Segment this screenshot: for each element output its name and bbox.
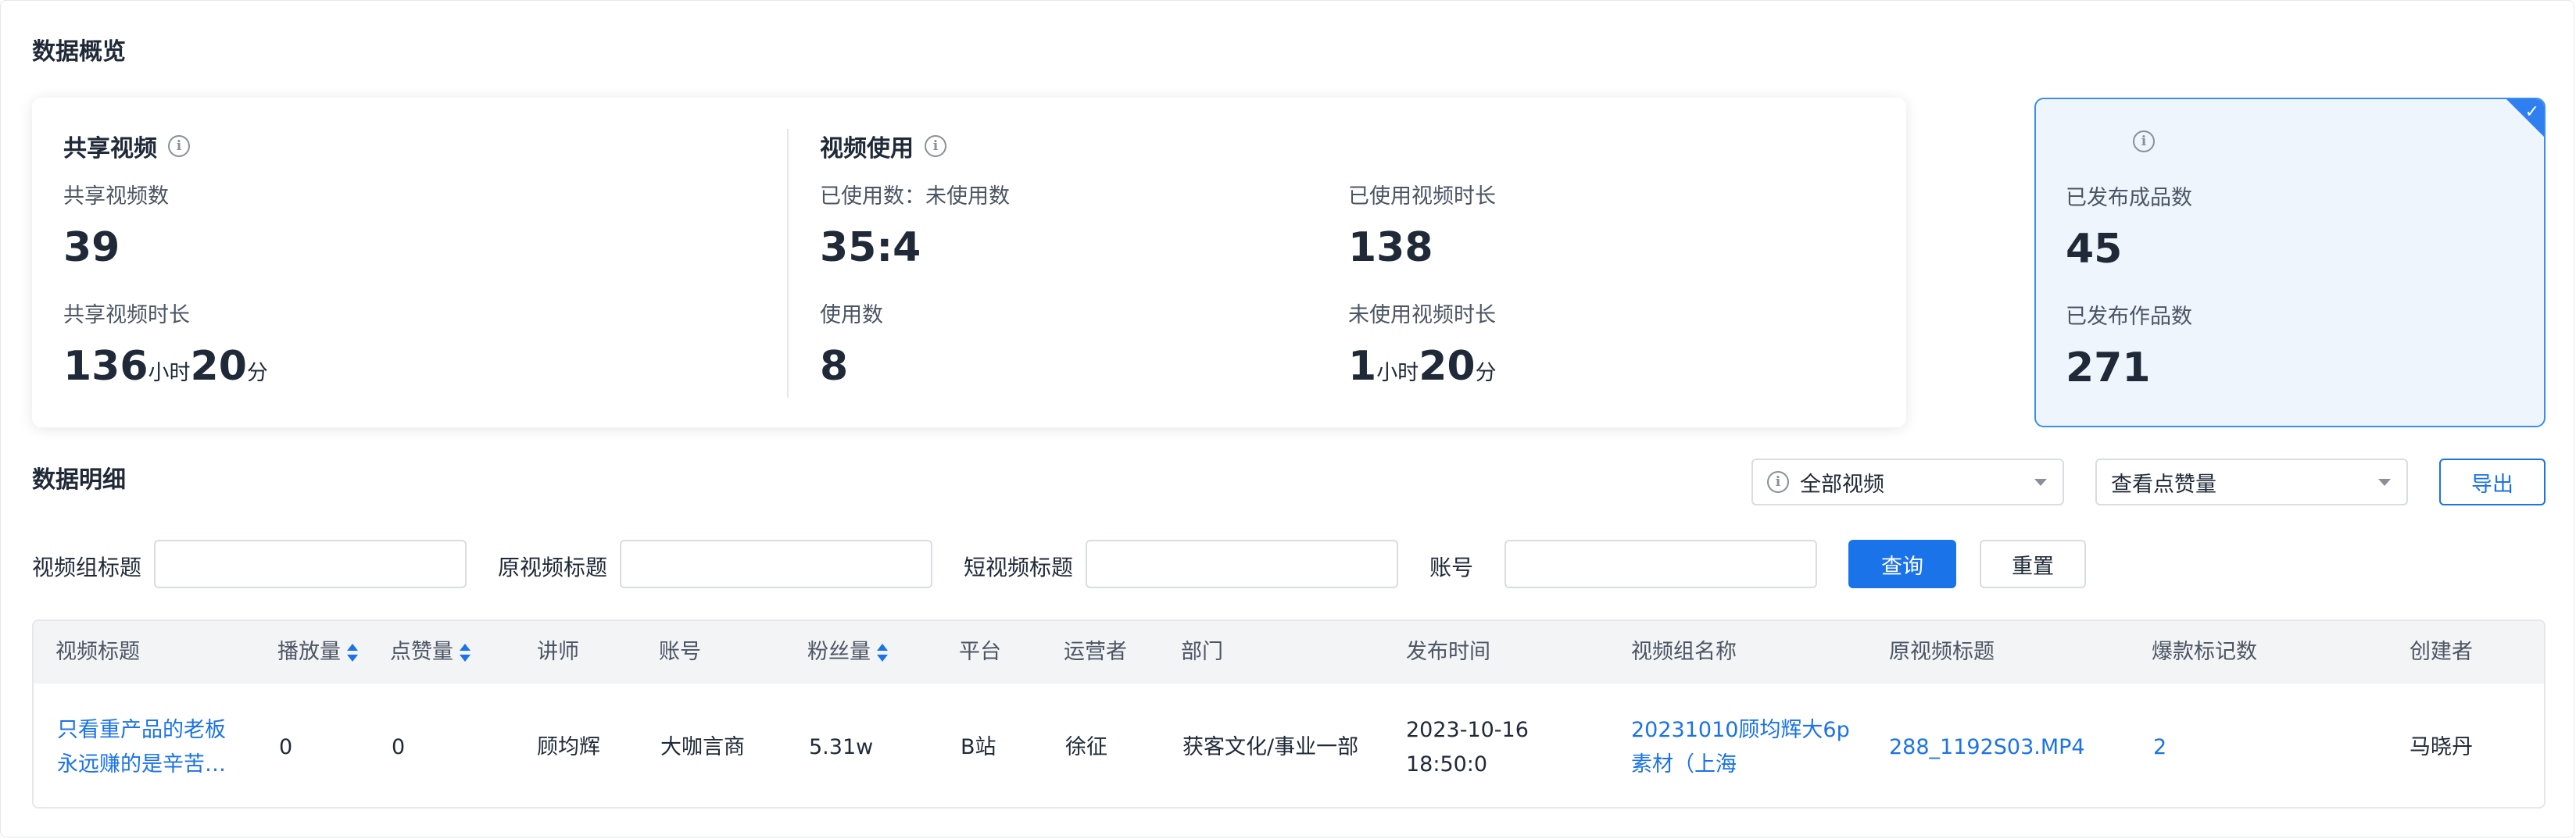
original-title-link[interactable]: 288_1192S03.MP4	[1889, 730, 2085, 765]
usage-ratio-label: 已使用数：未使用数	[820, 184, 1010, 209]
column-header: 账号	[659, 640, 701, 664]
caret-down-icon	[2034, 479, 2047, 486]
operator-cell: 徐征	[1065, 735, 1107, 759]
works-value: 271	[2066, 345, 2151, 391]
shared-count-label: 共享视频数	[63, 184, 169, 209]
column-header: 平台	[959, 640, 1001, 664]
fans-cell: 5.31w	[809, 735, 874, 759]
column-header: 视频标题	[55, 640, 140, 664]
column-header-sortable[interactable]: 播放量	[277, 621, 358, 684]
finished-value: 45	[2066, 226, 2123, 273]
works-label: 已发布作品数	[2066, 305, 2192, 329]
short-title-label: 短视频标题	[964, 555, 1074, 580]
published-header: i	[2067, 130, 2155, 152]
video-filter-value: 全部视频	[1800, 472, 1884, 497]
column-header: 发布时间	[1406, 640, 1490, 664]
finished-label: 已发布成品数	[2066, 186, 2192, 210]
shared-duration-label: 共享视频时长	[63, 303, 190, 327]
detail-title: 数据明细	[32, 466, 126, 494]
creator-cell: 马晓丹	[2410, 735, 2473, 759]
group-title-input[interactable]	[154, 540, 467, 588]
usage-ratio-value: 35:4	[820, 224, 921, 271]
column-header: 部门	[1181, 640, 1223, 664]
likes-cell: 0	[392, 735, 406, 759]
caret-down-icon	[2378, 479, 2391, 486]
usage-header: 视频使用 i	[820, 129, 946, 163]
info-icon[interactable]: i	[925, 135, 946, 157]
used-count-value: 8	[820, 343, 849, 390]
plays-cell: 0	[279, 735, 293, 759]
original-title-input[interactable]	[620, 540, 932, 588]
card-divider	[787, 129, 789, 398]
metric-select-value: 查看点赞量	[2111, 472, 2216, 497]
used-duration-value: 138	[1348, 224, 1433, 271]
shared-count-value: 39	[63, 224, 120, 271]
column-header: 运营者	[1064, 640, 1127, 664]
data-overview-page: 数据概览 共享视频 i 共享视频数 39 共享视频时长 136小时20分 视频使…	[0, 0, 2574, 837]
publish-time-cell: 2023-10-16 18:50:0	[1406, 718, 1529, 777]
shared-video-header: 共享视频 i	[63, 129, 190, 163]
group-name-link[interactable]: 20231010顾均辉大6p 素材（上海	[1631, 713, 1850, 782]
info-icon[interactable]: i	[168, 135, 190, 157]
table-header: 视频标题 播放量 点赞量 讲师 账号 粉丝量 平台 运营者 部门 发布时间 视频…	[34, 621, 2544, 684]
platform-cell: B站	[961, 735, 996, 759]
hot-marks-link[interactable]: 2	[2153, 730, 2166, 765]
sort-icon[interactable]	[460, 643, 470, 662]
metric-select[interactable]: 查看点赞量	[2095, 459, 2408, 505]
usage-title: 视频使用	[820, 135, 914, 162]
column-header-sortable[interactable]: 点赞量	[390, 621, 470, 684]
info-icon[interactable]: i	[2133, 130, 2155, 152]
check-icon: ✓	[2524, 102, 2539, 122]
export-button[interactable]: 导出	[2439, 459, 2546, 505]
stats-card: 共享视频 i 共享视频数 39 共享视频时长 136小时20分 视频使用 i 已…	[32, 98, 1906, 427]
account-label: 账号	[1429, 555, 1474, 580]
detail-table: 视频标题 播放量 点赞量 讲师 账号 粉丝量 平台 运营者 部门 发布时间 视频…	[32, 619, 2546, 809]
column-header: 讲师	[537, 640, 579, 664]
account-input[interactable]	[1504, 540, 1817, 588]
video-filter-select[interactable]: i 全部视频	[1751, 459, 2064, 505]
column-header-sortable[interactable]: 粉丝量	[807, 621, 888, 684]
used-count-label: 使用数	[820, 303, 883, 327]
department-cell: 获客文化/事业一部	[1182, 735, 1359, 759]
unused-duration-label: 未使用视频时长	[1348, 303, 1496, 327]
column-header: 创建者	[2410, 640, 2473, 664]
column-header: 爆款标记数	[2152, 640, 2257, 664]
short-title-input[interactable]	[1086, 540, 1398, 588]
overview-title: 数据概览	[32, 38, 126, 66]
sort-icon[interactable]	[347, 643, 358, 662]
shared-video-title: 共享视频	[63, 135, 157, 162]
column-header: 视频组名称	[1631, 640, 1737, 664]
sort-icon[interactable]	[877, 643, 888, 662]
reset-button[interactable]: 重置	[1980, 540, 2086, 588]
account-cell: 大咖言商	[660, 735, 745, 759]
query-button[interactable]: 查询	[1848, 540, 1956, 588]
column-header: 原视频标题	[1889, 640, 1995, 664]
info-icon: i	[1767, 471, 1789, 493]
used-duration-label: 已使用视频时长	[1348, 184, 1496, 209]
published-card[interactable]: ✓ i 已发布成品数 45 已发布作品数 271	[2034, 98, 2546, 427]
lecturer-cell: 顾均辉	[537, 735, 600, 759]
group-title-label: 视频组标题	[32, 555, 142, 580]
original-title-label: 原视频标题	[498, 555, 608, 580]
shared-duration-value: 136小时20分	[63, 343, 268, 390]
video-title-link[interactable]: 只看重产品的老板 永远赚的是辛苦…	[57, 713, 226, 782]
unused-duration-value: 1小时20分	[1348, 343, 1497, 390]
